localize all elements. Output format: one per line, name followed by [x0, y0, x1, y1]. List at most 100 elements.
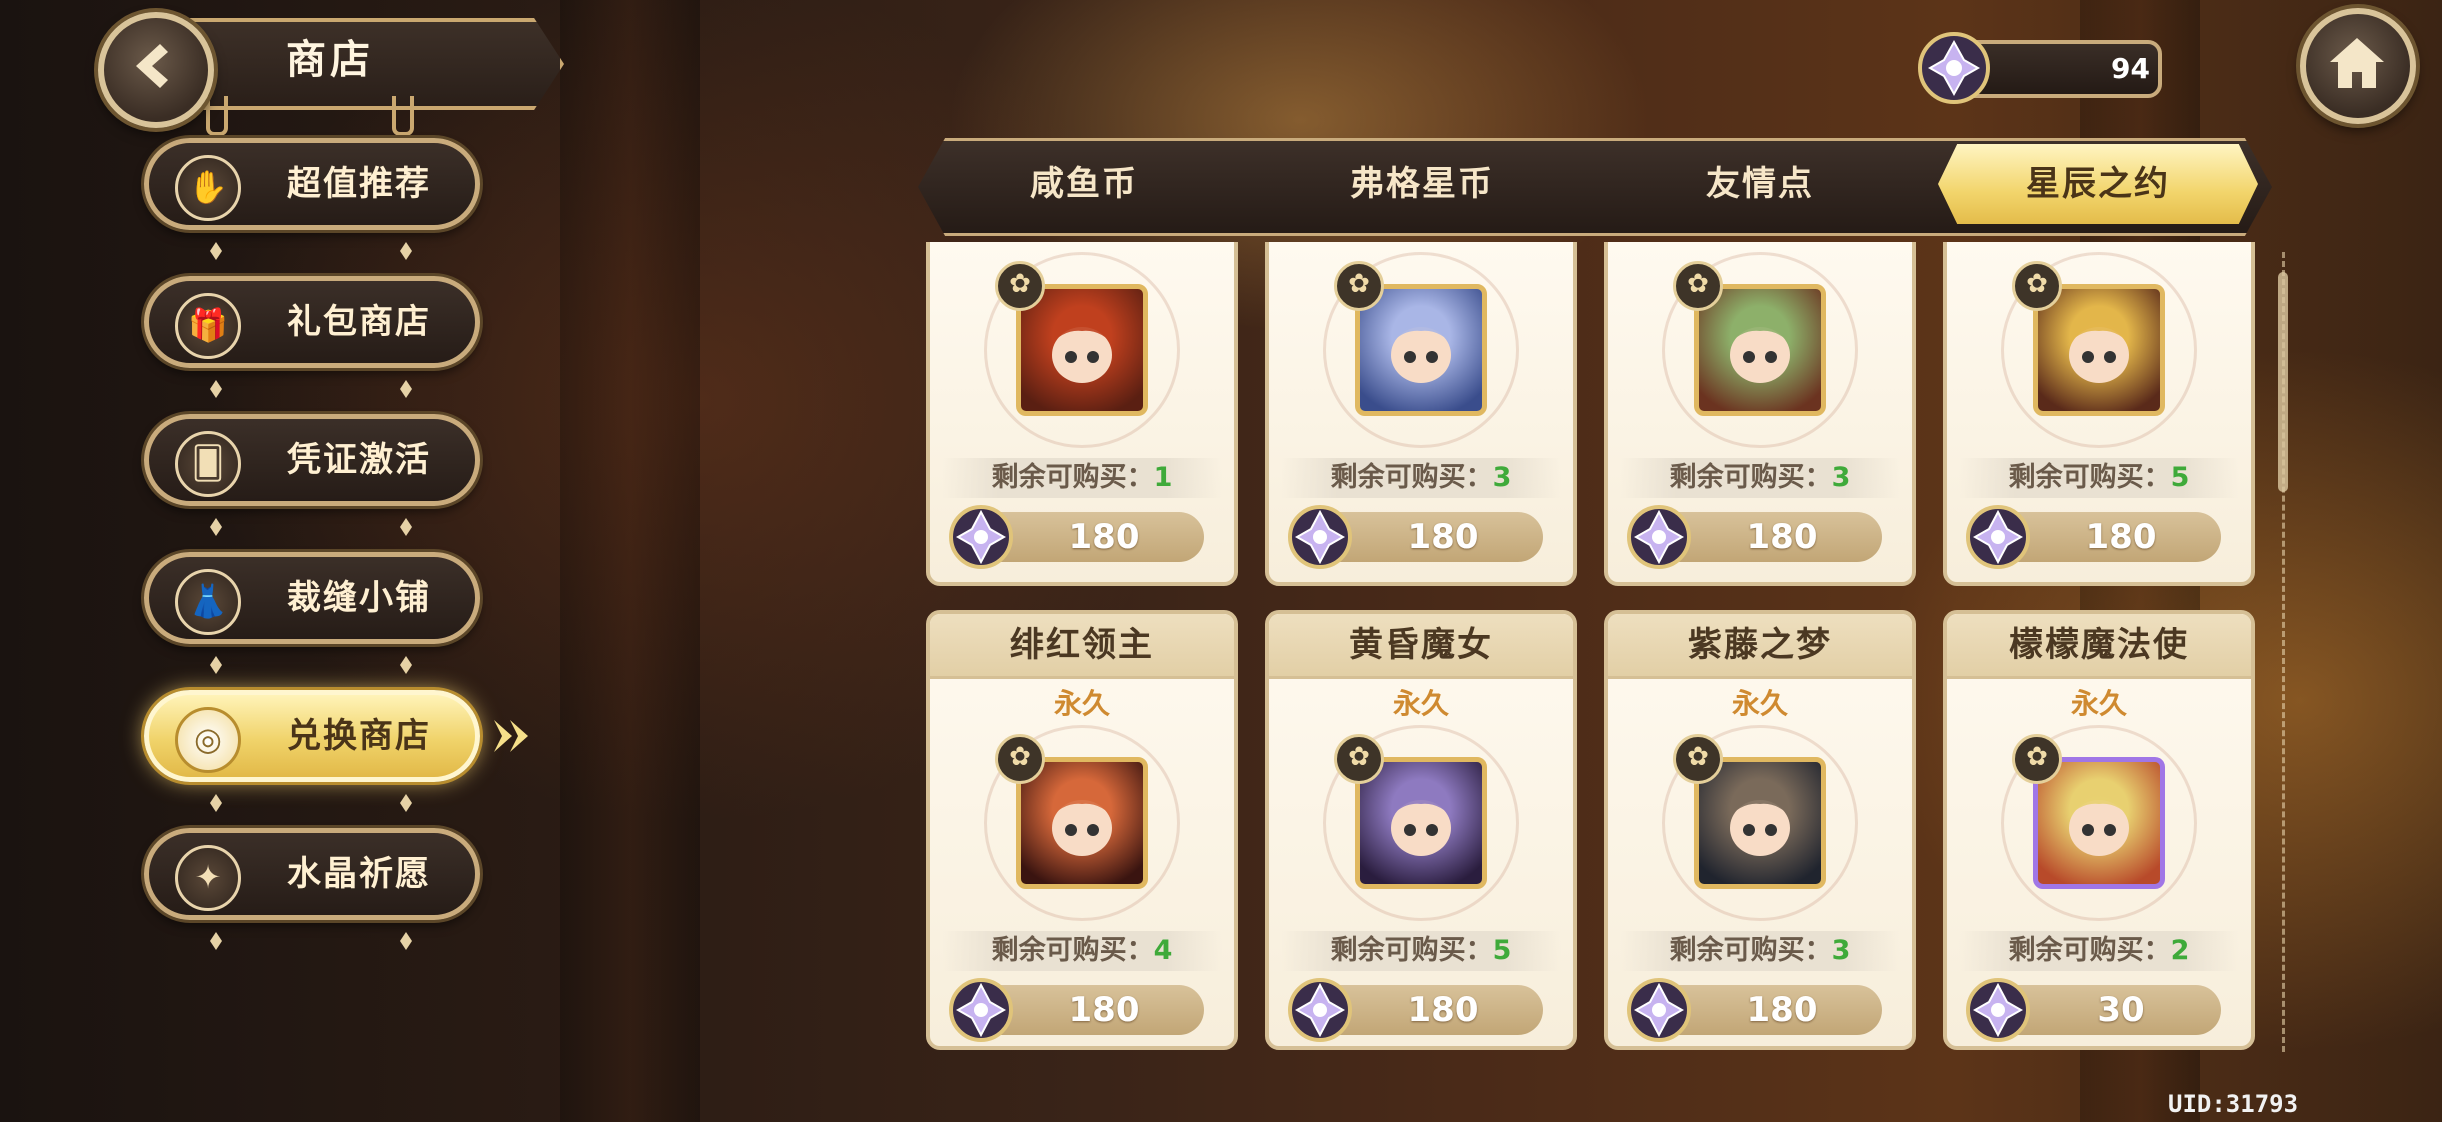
shop-item-card[interactable]: 黄昏魔女 永久 ✿ 剩余可购买：5 180 [1265, 610, 1577, 1050]
home-button[interactable] [2300, 8, 2416, 124]
home-icon [2330, 38, 2384, 88]
divider-diamond [210, 380, 222, 398]
hand-coin-icon: ✋ [175, 155, 241, 221]
remaining-label: 剩余可购买： [1330, 462, 1493, 493]
price-value: 180 [1068, 990, 1140, 1030]
currency-amount: 94 [2111, 52, 2150, 85]
sidebar-item-label: 礼包商店 [287, 302, 431, 342]
portrait-ring: ✿ [2001, 252, 2197, 448]
remaining-value: 5 [2170, 462, 2190, 493]
remaining-count: 剩余可购买：1 [942, 458, 1222, 498]
item-grid: ✿ 剩余可购买：1 180 ✿ 剩余可购买：3 180 ✿ 剩余可购买：3 180 ✿ 剩余可购买：… [924, 242, 2262, 1068]
buy-button[interactable]: 180 [1627, 978, 1882, 1042]
price-value: 180 [1746, 517, 1818, 557]
remaining-label: 剩余可购买： [1669, 462, 1832, 493]
flower-badge-icon: ✿ [1334, 261, 1384, 311]
buy-button[interactable]: 180 [1627, 505, 1882, 569]
remaining-count: 剩余可购买：5 [1959, 458, 2239, 498]
portrait-ring: ✿ [1323, 252, 1519, 448]
sidebar-item[interactable]: ✋ 超值推荐 [144, 138, 480, 230]
item-duration: 永久 [1731, 687, 1788, 720]
remaining-label: 剩余可购买： [2008, 462, 2171, 493]
tab[interactable]: 咸鱼币 [924, 144, 1244, 224]
tab[interactable]: 星辰之约 [1938, 144, 2258, 224]
portrait-ring: ✿ [1662, 725, 1858, 921]
sidebar-item[interactable]: ✦ 水晶祈愿 [144, 828, 480, 920]
flower-badge-icon: ✿ [1334, 734, 1384, 784]
item-name: 黄昏魔女 [1269, 614, 1573, 679]
buy-button[interactable]: 180 [1966, 505, 2221, 569]
flower-badge-icon: ✿ [1673, 734, 1723, 784]
shop-item-card[interactable]: ✿ 剩余可购买：3 180 [1265, 242, 1577, 586]
remaining-value: 3 [1831, 462, 1851, 493]
sidebar-item[interactable]: 🂠 凭证激活 [144, 414, 480, 506]
flower-badge-icon: ✿ [995, 734, 1045, 784]
divider-diamond [210, 794, 222, 812]
buy-button[interactable]: 30 [1966, 978, 2221, 1042]
remaining-value: 2 [2170, 935, 2190, 966]
divider-diamond [210, 656, 222, 674]
price-value: 180 [1068, 517, 1140, 557]
divider-diamond [210, 932, 222, 950]
dress-icon: 👗 [175, 569, 241, 635]
sidebar-item[interactable]: 🎁 礼包商店 [144, 276, 480, 368]
portrait-ring: ✿ [984, 725, 1180, 921]
gift-icon: 🎁 [175, 293, 241, 359]
star-crystal-icon [1918, 32, 1990, 104]
shop-item-card[interactable]: 檬檬魔法使 永久 ✿ 剩余可购买：2 30 [1943, 610, 2255, 1050]
buy-button[interactable]: 180 [1288, 505, 1543, 569]
buy-button[interactable]: 180 [1288, 978, 1543, 1042]
shop-item-card[interactable]: ✿ 剩余可购买：1 180 [926, 242, 1238, 586]
page-title: 商店 [286, 37, 374, 83]
character-face-icon [1388, 796, 1454, 856]
price-value: 180 [1407, 517, 1479, 557]
portrait-ring: ✿ [1323, 725, 1519, 921]
item-name: 紫藤之梦 [1608, 614, 1912, 679]
uid-label: UID:31793 [2168, 1090, 2299, 1118]
remaining-value: 1 [1153, 462, 1173, 493]
shop-item-card[interactable]: 紫藤之梦 永久 ✿ 剩余可购买：3 180 [1604, 610, 1916, 1050]
remaining-value: 3 [1492, 462, 1512, 493]
sidebar-item-label: 兑换商店 [287, 716, 431, 756]
divider-diamond [400, 518, 412, 536]
divider-diamond [400, 656, 412, 674]
remaining-value: 5 [1492, 935, 1512, 966]
sidebar-item-label: 超值推荐 [287, 164, 431, 204]
active-indicator-arrow-icon [494, 720, 528, 752]
flower-badge-icon: ✿ [1673, 261, 1723, 311]
tab[interactable]: 友情点 [1600, 144, 1920, 224]
tab[interactable]: 弗格星币 [1262, 144, 1582, 224]
character-face-icon [2066, 323, 2132, 383]
shop-item-card[interactable]: 绯红领主 永久 ✿ 剩余可购买：4 180 [926, 610, 1238, 1050]
sidebar-item[interactable]: 👗 裁缝小铺 [144, 552, 480, 644]
buy-button[interactable]: 180 [949, 978, 1204, 1042]
buy-button[interactable]: 180 [949, 505, 1204, 569]
flower-badge-icon: ✿ [995, 261, 1045, 311]
price-value: 30 [2097, 990, 2145, 1030]
banner-hook [392, 96, 414, 136]
banner-hook [206, 96, 228, 136]
remaining-count: 剩余可购买：4 [942, 931, 1222, 971]
divider-diamond [400, 794, 412, 812]
remaining-value: 3 [1831, 935, 1851, 966]
flower-badge-icon: ✿ [2012, 734, 2062, 784]
coin-exchange-icon: ◎ [175, 707, 241, 773]
portrait-ring: ✿ [984, 252, 1180, 448]
character-face-icon [2066, 796, 2132, 856]
portrait-ring: ✿ [1662, 252, 1858, 448]
remaining-label: 剩余可购买： [991, 935, 1154, 966]
shop-item-card[interactable]: ✿ 剩余可购买：5 180 [1943, 242, 2255, 586]
item-duration: 永久 [1392, 687, 1449, 720]
remaining-label: 剩余可购买： [2008, 935, 2171, 966]
item-duration: 永久 [1053, 687, 1110, 720]
price-value: 180 [2085, 517, 2157, 557]
sidebar-item-label: 裁缝小铺 [287, 578, 431, 618]
sidebar-item[interactable]: ◎ 兑换商店 [144, 690, 480, 782]
remaining-count: 剩余可购买：3 [1281, 458, 1561, 498]
card-icon: 🂠 [175, 431, 241, 497]
character-face-icon [1049, 323, 1115, 383]
crystal-icon: ✦ [175, 845, 241, 911]
scrollbar-thumb[interactable] [2278, 272, 2288, 492]
shop-item-card[interactable]: ✿ 剩余可购买：3 180 [1604, 242, 1916, 586]
character-face-icon [1049, 796, 1115, 856]
